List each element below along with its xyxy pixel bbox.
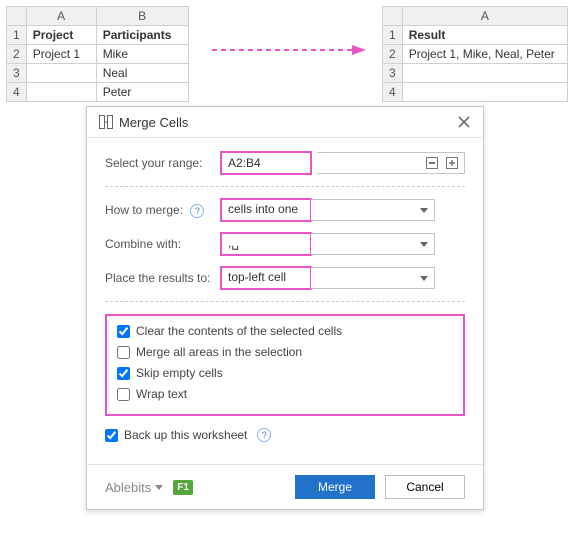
cell[interactable] (402, 83, 567, 102)
row-header[interactable]: 4 (7, 83, 27, 102)
merge-all-areas-label: Merge all areas in the selection (136, 345, 302, 359)
clear-contents-option[interactable]: Clear the contents of the selected cells (117, 324, 453, 338)
close-button[interactable] (455, 113, 473, 131)
cell[interactable]: Neal (96, 64, 188, 83)
merge-button[interactable]: Merge (295, 475, 375, 499)
wrap-text-checkbox[interactable] (117, 388, 130, 401)
skip-empty-checkbox[interactable] (117, 367, 130, 380)
collapse-icon (425, 156, 439, 170)
col-header[interactable]: A (26, 7, 96, 26)
cancel-button[interactable]: Cancel (385, 475, 465, 499)
skip-empty-label: Skip empty cells (136, 366, 223, 380)
combine-with-label: Combine with: (105, 237, 221, 251)
range-input[interactable] (221, 152, 311, 174)
skip-empty-option[interactable]: Skip empty cells (117, 366, 453, 380)
transform-arrow-icon (210, 44, 366, 56)
col-header[interactable]: A (402, 7, 567, 26)
cell[interactable]: Mike (96, 45, 188, 64)
chevron-down-icon (420, 276, 428, 281)
cell[interactable] (26, 64, 96, 83)
how-to-merge-label: How to merge: ? (105, 203, 221, 218)
help-icon[interactable]: ? (190, 204, 204, 218)
place-results-label: Place the results to: (105, 271, 221, 285)
backup-label: Back up this worksheet (124, 428, 247, 442)
collapse-range-button[interactable] (424, 155, 440, 171)
range-tools (317, 152, 465, 174)
clear-contents-checkbox[interactable] (117, 325, 130, 338)
row-header[interactable]: 3 (383, 64, 403, 83)
chevron-down-icon (155, 485, 163, 490)
result-spreadsheet: A 1 Result 2 Project 1, Mike, Neal, Pete… (382, 6, 568, 102)
place-results-select[interactable]: top-left cell (221, 267, 435, 289)
brand-menu[interactable]: Ablebits (105, 480, 163, 495)
cell[interactable] (402, 64, 567, 83)
how-to-merge-value: cells into one (221, 199, 311, 221)
combine-with-select[interactable]: ,␣ (221, 233, 435, 255)
row-header[interactable]: 1 (383, 26, 403, 45)
close-icon (458, 116, 470, 128)
backup-checkbox[interactable] (105, 429, 118, 442)
row-header[interactable]: 3 (7, 64, 27, 83)
col-header[interactable]: B (96, 7, 188, 26)
merge-all-areas-checkbox[interactable] (117, 346, 130, 359)
cell[interactable]: Participants (96, 26, 188, 45)
row-header[interactable]: 4 (383, 83, 403, 102)
source-spreadsheet: A B 1 Project Participants 2 Project 1 M… (6, 6, 189, 102)
merge-all-areas-option[interactable]: Merge all areas in the selection (117, 345, 453, 359)
help-icon[interactable]: ? (257, 428, 271, 442)
cell[interactable]: Project (26, 26, 96, 45)
place-results-value: top-left cell (221, 267, 311, 289)
expand-icon (445, 156, 459, 170)
chevron-down-icon (420, 242, 428, 247)
clear-contents-label: Clear the contents of the selected cells (136, 324, 342, 338)
row-header[interactable]: 2 (7, 45, 27, 64)
backup-option[interactable]: Back up this worksheet ? (105, 428, 465, 442)
dialog-footer: Ablebits F1 Merge Cancel (87, 464, 483, 509)
merge-cells-icon (99, 115, 113, 129)
help-f1-button[interactable]: F1 (173, 480, 193, 495)
how-to-merge-select[interactable]: cells into one (221, 199, 435, 221)
dialog-title: Merge Cells (119, 115, 455, 130)
dialog-titlebar: Merge Cells (87, 107, 483, 138)
brand-label: Ablebits (105, 480, 151, 495)
corner-cell (383, 7, 403, 26)
expand-range-button[interactable] (444, 155, 460, 171)
row-header[interactable]: 1 (7, 26, 27, 45)
wrap-text-label: Wrap text (136, 387, 187, 401)
combine-with-value: ,␣ (221, 233, 311, 255)
chevron-down-icon (420, 208, 428, 213)
cell[interactable]: Project 1, Mike, Neal, Peter (402, 45, 567, 64)
wrap-text-option[interactable]: Wrap text (117, 387, 453, 401)
divider (105, 301, 465, 302)
cell[interactable]: Project 1 (26, 45, 96, 64)
cell[interactable]: Result (402, 26, 567, 45)
select-range-label: Select your range: (105, 156, 221, 170)
cell[interactable]: Peter (96, 83, 188, 102)
merge-cells-dialog: Merge Cells Select your range: (86, 106, 484, 510)
row-header[interactable]: 2 (383, 45, 403, 64)
divider (105, 186, 465, 187)
corner-cell (7, 7, 27, 26)
options-group: Clear the contents of the selected cells… (105, 314, 465, 416)
cell[interactable] (26, 83, 96, 102)
